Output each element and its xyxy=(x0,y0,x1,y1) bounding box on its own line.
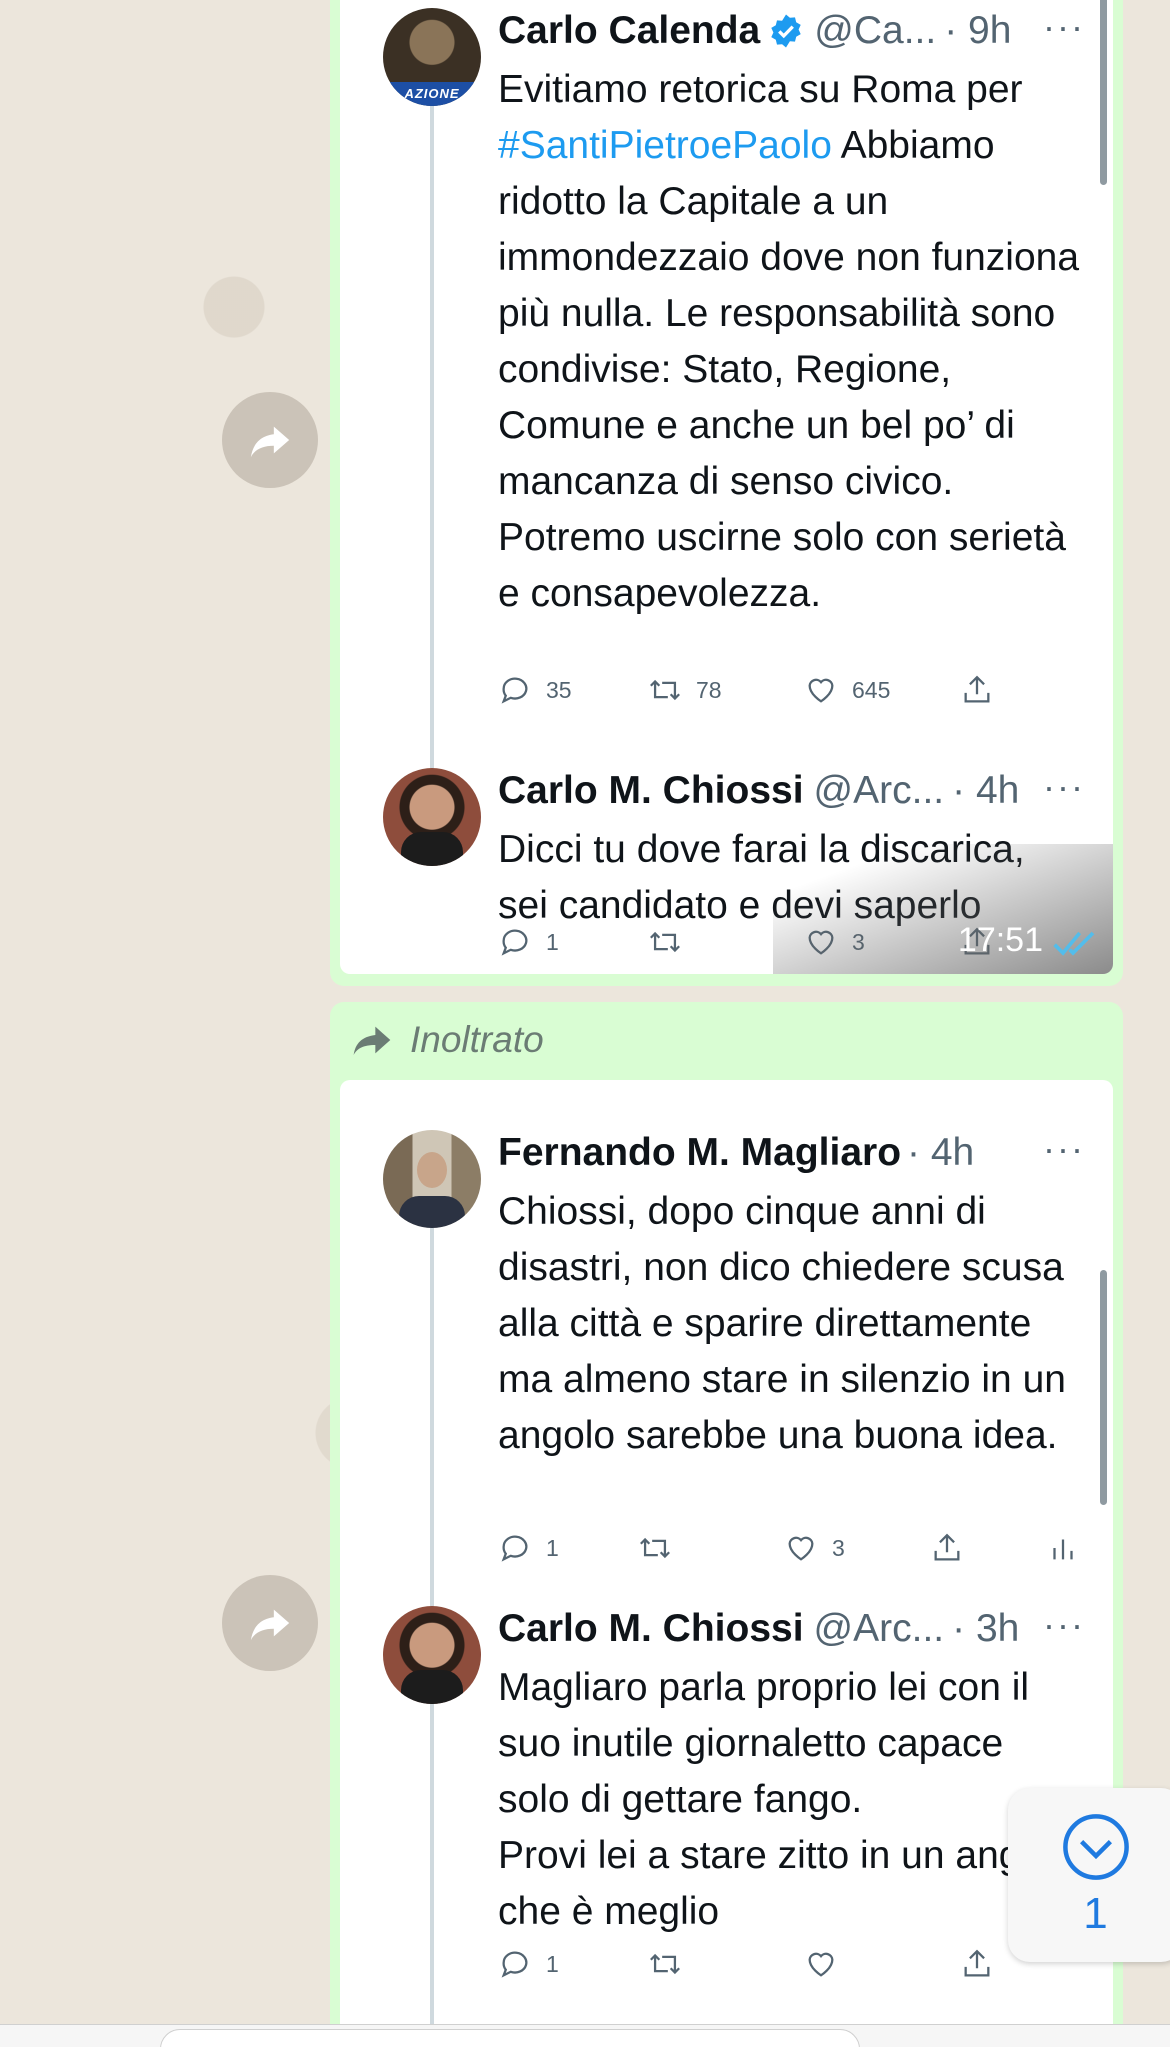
retweet-icon xyxy=(650,1953,680,1975)
author-name: Carlo Calenda xyxy=(498,9,761,52)
like-count: 645 xyxy=(852,676,891,703)
tweet-time: · 3h xyxy=(952,1607,1020,1650)
heart-icon xyxy=(808,1952,834,1977)
message-bubble[interactable]: Inoltrato Fernando M. Magliaro · 4h ··· … xyxy=(330,1002,1123,2047)
share-icon xyxy=(934,1533,960,1561)
forwarded-icon xyxy=(353,1026,391,1055)
forward-button[interactable] xyxy=(222,392,318,488)
analytics-icon xyxy=(1053,1539,1073,1560)
like-count: 3 xyxy=(832,1534,845,1561)
tweet-header: Fernando M. Magliaro · 4h ··· xyxy=(498,1128,1085,1178)
thread-line xyxy=(430,90,434,790)
reply-count: 1 xyxy=(546,1950,559,1977)
tweet-text: Chiossi, dopo cinque anni di disastri, n… xyxy=(498,1190,1066,1457)
read-receipt-icon xyxy=(1053,931,1095,956)
retweet-action: 78 xyxy=(648,673,804,707)
tweet-time: · 4h xyxy=(907,1131,975,1174)
reply-action: 1 xyxy=(498,1947,648,1981)
reply-icon xyxy=(501,1951,528,1978)
scrollbar[interactable] xyxy=(1100,1270,1107,1505)
verified-badge-icon xyxy=(771,14,801,48)
retweet-icon xyxy=(650,679,680,701)
analytics-action xyxy=(1046,1531,1080,1565)
tweet-header: Carlo M. Chiossi @Arc... · 3h ··· xyxy=(498,1604,1085,1654)
tweet-text: Magliaro parla proprio lei con il suo in… xyxy=(498,1666,1073,1933)
reply-action: 1 xyxy=(498,925,648,959)
retweet-icon xyxy=(640,1537,670,1559)
avatar xyxy=(383,1130,481,1228)
tweet-screenshot: Fernando M. Magliaro · 4h ··· Chiossi, d… xyxy=(340,1080,1113,2047)
reply-icon xyxy=(501,1535,528,1562)
scrollbar[interactable] xyxy=(1100,0,1107,185)
unread-count: 1 xyxy=(1083,1889,1108,1938)
share-icon xyxy=(964,1949,990,1977)
reply-icon xyxy=(501,677,528,704)
scroll-to-bottom-button[interactable]: 1 xyxy=(1008,1788,1170,1962)
message-bubble[interactable]: AZIONE Carlo Calenda @Ca... · 9h ··· Evi… xyxy=(330,0,1123,986)
more-options-icon: ··· xyxy=(1043,1128,1085,1169)
share-action xyxy=(930,1531,1046,1565)
hashtag-link: #SantiPietroePaolo xyxy=(498,124,832,167)
heart-icon xyxy=(808,678,834,703)
author-name: Carlo M. Chiossi xyxy=(498,1607,804,1650)
message-input[interactable] xyxy=(160,2029,860,2047)
tweet-text-rest: Abbiamo ridotto la Capitale a un immonde… xyxy=(498,124,1080,615)
like-action: 3 xyxy=(784,1531,930,1565)
author-name: Fernando M. Magliaro xyxy=(498,1131,902,1174)
retweet-icon xyxy=(650,931,680,953)
like-action: 645 xyxy=(804,673,960,707)
tweet-time: · 4h xyxy=(952,769,1020,812)
avatar-badge: AZIONE xyxy=(383,82,481,106)
share-action xyxy=(960,673,994,707)
reply-count: 1 xyxy=(546,928,559,955)
share-action xyxy=(960,1947,994,1981)
avatar: AZIONE xyxy=(383,8,481,106)
avatar xyxy=(383,768,481,866)
author-handle: @Arc... xyxy=(813,769,945,812)
forwarded-label: Inoltrato xyxy=(352,1012,544,1068)
forward-button[interactable] xyxy=(222,1575,318,1671)
tweet-header: Carlo Calenda @Ca... · 9h ··· xyxy=(498,6,1085,56)
more-options-icon: ··· xyxy=(1043,1604,1085,1645)
retweet-action xyxy=(648,1947,804,1981)
composer-bar xyxy=(0,2024,1170,2047)
more-options-icon: ··· xyxy=(1043,766,1085,807)
tweet-time: · 9h xyxy=(944,9,1012,52)
heart-icon xyxy=(788,1536,814,1561)
avatar xyxy=(383,1606,481,1704)
forwarded-text: Inoltrato xyxy=(410,1019,544,1060)
message-time: 17:51 xyxy=(957,921,1043,959)
author-name: Carlo M. Chiossi xyxy=(498,769,804,812)
tweet-actions: 1 3 xyxy=(498,1526,1085,1570)
tweet-actions: 1 xyxy=(498,1942,1085,1986)
reply-count: 1 xyxy=(546,1534,559,1561)
retweet-action xyxy=(638,1531,784,1565)
retweet-count: 78 xyxy=(696,676,722,703)
share-icon xyxy=(964,675,990,703)
tweet-actions: 35 78 645 xyxy=(498,668,1085,712)
reply-action: 1 xyxy=(498,1531,638,1565)
tweet-screenshot: AZIONE Carlo Calenda @Ca... · 9h ··· Evi… xyxy=(340,0,1113,974)
reply-icon xyxy=(501,929,528,956)
chevron-down-icon xyxy=(1062,1814,1129,1880)
reply-action: 35 xyxy=(498,673,648,707)
more-options-icon: ··· xyxy=(1043,6,1085,47)
forward-arrow-icon xyxy=(250,426,290,458)
tweet-text-prefix: Evitiamo retorica su Roma per xyxy=(498,68,1023,111)
tweet-header: Carlo M. Chiossi @Arc... · 4h ··· xyxy=(498,766,1085,816)
tweet-text: Evitiamo retorica su Roma per #SantiPiet… xyxy=(498,62,1085,622)
author-handle: @Ca... xyxy=(814,9,937,52)
reply-count: 35 xyxy=(546,676,572,703)
forward-arrow-icon xyxy=(250,1609,290,1641)
author-handle: @Arc... xyxy=(813,1607,945,1650)
like-action xyxy=(804,1947,960,1981)
